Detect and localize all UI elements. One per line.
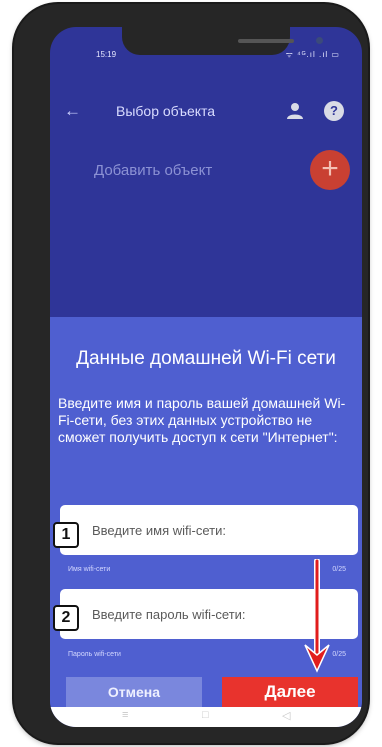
phone-frame: 15:19 ᯤ ⁴ᴳ.ıl .ıl ▭ ← Выбор объекта ? До… [14, 4, 368, 743]
speaker [238, 39, 294, 43]
cancel-button[interactable]: Отмена [66, 677, 202, 707]
toolbar: ← Выбор объекта ? [50, 97, 362, 131]
dialog-title: Данные домашней Wi-Fi сети [76, 348, 336, 369]
next-button[interactable]: Далее [222, 677, 358, 707]
dialog-description: Введите имя и пароль вашей домашней Wi-F… [58, 395, 346, 445]
add-object-button[interactable]: + [310, 150, 350, 190]
system-nav-bar: ≡ □ ◁ [50, 707, 362, 727]
wifi-name-helper: Имя wifi-сети [68, 566, 111, 573]
status-icons: ᯤ ⁴ᴳ.ıl .ıl ▭ [285, 50, 340, 59]
wifi-password-counter: 0/25 [332, 651, 346, 658]
home-icon[interactable]: □ [202, 709, 209, 721]
back-arrow-icon[interactable]: ← [64, 101, 81, 121]
wifi-name-field[interactable] [60, 505, 358, 555]
down-arrow-icon [304, 559, 330, 673]
wifi-name-input[interactable] [92, 505, 347, 555]
wifi-dialog: Данные домашней Wi-Fi сети Введите имя и… [50, 317, 362, 727]
step-1-badge: 1 [53, 522, 79, 548]
wifi-name-counter: 0/25 [332, 566, 346, 573]
wifi-password-helper: Пароль wifi-сети [68, 651, 121, 658]
status-time: 15:19 [96, 50, 117, 59]
add-object-label: Добавить объект [94, 162, 213, 179]
menu-icon[interactable]: ≡ [122, 709, 128, 721]
app-screen: 15:19 ᯤ ⁴ᴳ.ıl .ıl ▭ ← Выбор объекта ? До… [50, 27, 362, 727]
user-icon[interactable] [286, 102, 304, 120]
step-2-badge: 2 [53, 605, 79, 631]
front-camera [316, 37, 323, 44]
notch [122, 27, 323, 55]
help-icon[interactable]: ? [324, 101, 344, 121]
page-title: Выбор объекта [116, 103, 216, 119]
nav-back-icon[interactable]: ◁ [282, 709, 290, 722]
